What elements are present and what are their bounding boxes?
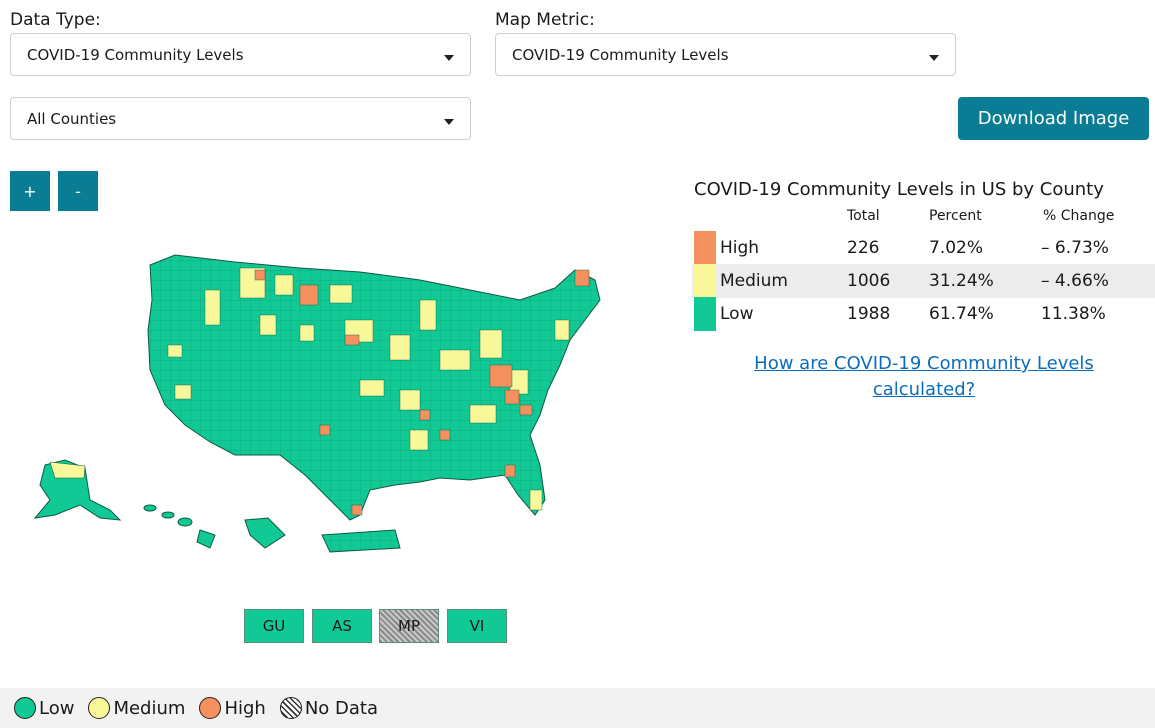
map-metric-label: Map Metric: (495, 10, 595, 30)
download-image-button[interactable]: Download Image (958, 97, 1149, 140)
legend-high-label: High (224, 697, 266, 719)
stats-title: COVID-19 Community Levels in US by Count… (694, 179, 1104, 200)
legend-low: Low (14, 697, 74, 719)
stats-row-low: Low 1988 61.74% 11.38% (692, 297, 1155, 331)
us-county-map[interactable] (0, 230, 640, 570)
map-legend: Low Medium High No Data (0, 688, 1155, 728)
chevron-down-icon (929, 54, 939, 61)
high-dot-icon (199, 697, 222, 719)
map-svg (33, 254, 601, 553)
legend-medium: Medium (88, 697, 185, 719)
data-type-label: Data Type: (10, 10, 101, 30)
low-swatch (694, 297, 716, 331)
geography-value: All Counties (27, 109, 117, 128)
data-type-select[interactable]: COVID-19 Community Levels (10, 33, 471, 76)
legend-nodata-label: No Data (304, 697, 378, 719)
legend-high: High (199, 697, 266, 719)
low-dot-icon (14, 697, 36, 719)
stats-header-change: % Change (1043, 208, 1115, 224)
geography-select[interactable]: All Counties (10, 97, 471, 140)
map-metric-select[interactable]: COVID-19 Community Levels (495, 33, 956, 76)
data-type-value: COVID-19 Community Levels (27, 45, 244, 64)
territory-button-vi[interactable]: VI (447, 609, 507, 643)
zoom-in-button[interactable]: + (10, 171, 50, 211)
stats-total: 226 (847, 238, 880, 258)
stats-percent: 7.02% (929, 238, 984, 258)
stats-total: 1006 (847, 271, 891, 291)
legend-medium-label: Medium (113, 697, 186, 719)
territory-button-as[interactable]: AS (312, 609, 372, 643)
stats-percent: 61.74% (929, 304, 994, 324)
chevron-down-icon (444, 54, 454, 61)
hawaii-shape[interactable] (143, 504, 216, 549)
high-swatch (694, 231, 716, 265)
stats-level: High (720, 238, 760, 258)
medium-dot-icon (88, 697, 111, 719)
legend-nodata: No Data (279, 697, 378, 719)
stats-row-high: High 226 7.02% – 6.73% (692, 231, 1155, 265)
stats-header-percent: Percent (929, 208, 982, 224)
stats-total: 1988 (847, 304, 891, 324)
zoom-out-button[interactable]: - (58, 171, 98, 211)
stats-level: Low (720, 304, 754, 324)
stats-header-total: Total (847, 208, 880, 224)
medium-swatch (694, 264, 716, 298)
community-levels-help-link[interactable]: How are COVID-19 Community Levels calcul… (724, 351, 1124, 403)
stats-percent: 31.24% (929, 271, 994, 291)
chevron-down-icon (444, 118, 454, 125)
legend-low-label: Low (39, 697, 75, 719)
stats-row-medium: Medium 1006 31.24% – 4.66% (692, 264, 1155, 298)
map-metric-value: COVID-19 Community Levels (512, 45, 729, 64)
stats-level: Medium (720, 271, 788, 291)
territory-button-mp[interactable]: MP (379, 609, 439, 643)
territory-shape[interactable] (244, 517, 286, 549)
stats-change: 11.38% (1041, 304, 1106, 324)
stats-change: – 6.73% (1041, 238, 1109, 258)
stats-change: – 4.66% (1041, 271, 1109, 291)
territory-button-gu[interactable]: GU (244, 609, 304, 643)
nodata-dot-icon (279, 697, 302, 719)
